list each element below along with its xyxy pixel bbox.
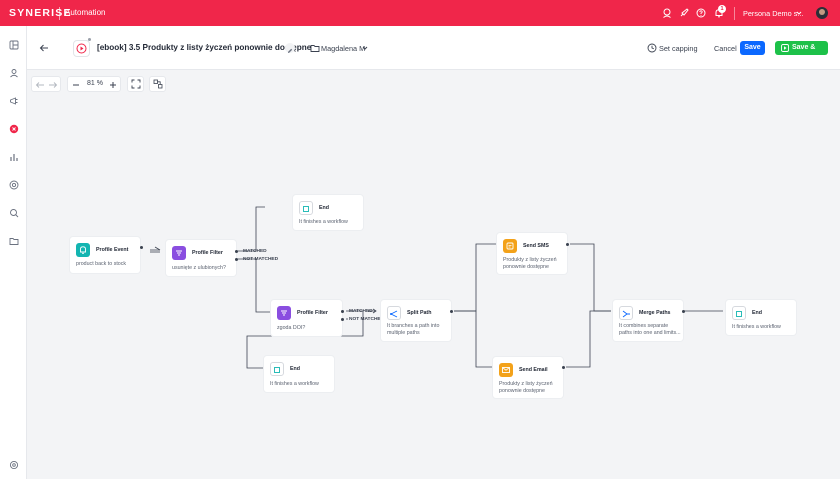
ai-icon[interactable] xyxy=(9,180,19,190)
save-button[interactable]: Save xyxy=(740,41,765,55)
stop-icon xyxy=(299,201,313,215)
node-description: zgoda DOI? xyxy=(277,325,306,331)
rocket-icon[interactable] xyxy=(679,8,689,18)
folder-icon[interactable] xyxy=(310,43,320,53)
end-node[interactable]: End It finishes a workflow xyxy=(293,195,363,230)
arrow-left-icon[interactable] xyxy=(39,43,49,53)
edit-title-button[interactable] xyxy=(285,43,295,53)
email-icon xyxy=(499,363,513,377)
merge-icon xyxy=(619,306,633,320)
node-description-line-2: ponownie dostępne xyxy=(499,388,545,394)
node-description-line-2: ponownie dostępne xyxy=(503,264,549,270)
profile-filter-node[interactable]: Profile Filter zgoda DOI? xyxy=(271,300,342,336)
node-description: It finishes a workflow xyxy=(299,219,348,225)
node-description-line-2: multiple paths xyxy=(387,330,420,336)
matched-port[interactable] xyxy=(235,250,238,253)
module-name: Automation xyxy=(65,8,106,17)
page-title: [ebook] 3.5 Produkty z listy życzeń pono… xyxy=(97,43,312,52)
node-title: Send SMS xyxy=(523,243,549,249)
user-search-icon[interactable] xyxy=(662,8,672,18)
assets-folder-icon[interactable] xyxy=(9,236,19,246)
node-description: product back to stock xyxy=(76,261,127,267)
analytics-icon[interactable] xyxy=(9,152,19,162)
node-title: End xyxy=(290,366,301,372)
filter-icon xyxy=(277,306,291,320)
not-matched-port[interactable] xyxy=(235,258,238,261)
output-port[interactable] xyxy=(566,243,569,246)
save-and-run-label: Save & Run xyxy=(792,44,816,65)
chevron-down-icon[interactable] xyxy=(795,9,803,17)
not-matched-label: NOT MATCHED xyxy=(243,257,279,262)
clock-icon[interactable] xyxy=(647,43,657,53)
not-matched-port[interactable] xyxy=(341,318,344,321)
stop-icon xyxy=(270,362,284,376)
stop-icon xyxy=(732,306,746,320)
help-icon[interactable] xyxy=(696,8,706,18)
topbar-divider xyxy=(734,7,735,20)
node-title: Merge Paths xyxy=(639,310,671,316)
settings-icon[interactable] xyxy=(9,460,19,470)
workflow-status-icon xyxy=(73,40,90,57)
automation-icon[interactable] xyxy=(9,124,19,134)
split-path-node[interactable]: Split Path It branches a path into multi… xyxy=(381,300,451,341)
node-description-line-1: Produkty z listy życzeń xyxy=(499,381,553,387)
profiles-icon[interactable] xyxy=(9,68,19,78)
play-icon xyxy=(781,44,789,52)
node-description: It finishes a workflow xyxy=(732,324,781,330)
search-icon[interactable] xyxy=(9,208,19,218)
dashboard-icon[interactable] xyxy=(9,40,19,50)
pencil-icon xyxy=(288,48,293,53)
output-port[interactable] xyxy=(140,246,143,249)
top-bar: SYNERISE Automation 1 Persona Demo s... xyxy=(0,0,840,26)
node-title: End xyxy=(319,205,330,211)
output-port[interactable] xyxy=(682,310,685,313)
save-and-run-button[interactable]: Save & Run xyxy=(775,41,828,65)
output-port[interactable] xyxy=(562,366,565,369)
merge-paths-node[interactable]: Merge Paths It combines separate paths i… xyxy=(613,300,683,341)
end-node[interactable]: End It finishes a workflow xyxy=(264,356,334,392)
status-dot xyxy=(88,38,91,41)
play-icon xyxy=(76,43,87,54)
not-matched-label: NOT MATCHED xyxy=(349,317,385,322)
matched-label: MATCHED xyxy=(349,309,373,314)
cancel-button[interactable]: Cancel xyxy=(714,44,737,53)
node-description-line-1: It branches a path into xyxy=(387,323,440,329)
node-title: End xyxy=(752,310,763,316)
workflow-connections xyxy=(150,206,723,369)
notification-badge: 1 xyxy=(718,5,726,13)
campaigns-icon[interactable] xyxy=(9,96,19,106)
workflow-canvas[interactable]: 81 % Profile Event product back to stock… xyxy=(27,70,840,479)
output-port[interactable] xyxy=(450,310,453,313)
set-capping-button[interactable]: Set capping xyxy=(659,44,698,53)
node-description-line-1: It combines separate xyxy=(619,323,669,329)
sms-icon xyxy=(503,239,517,253)
split-icon xyxy=(387,306,401,320)
node-title: Send Email xyxy=(519,367,548,373)
profile-event-node[interactable]: Profile Event product back to stock xyxy=(70,237,140,273)
node-description-line-2: paths into one and limits... xyxy=(619,330,681,336)
node-description: usunięte z ulubionych? xyxy=(172,265,226,271)
filter-icon xyxy=(172,246,186,260)
owner-selector[interactable]: Magdalena M xyxy=(321,44,365,53)
node-title: Profile Filter xyxy=(297,310,328,316)
send-sms-node[interactable]: Send SMS Produkty z listy życzeń ponowni… xyxy=(497,233,567,274)
end-node[interactable]: End It finishes a workflow xyxy=(726,300,796,335)
sidebar xyxy=(0,26,27,479)
workflow-header: [ebook] 3.5 Produkty z listy życzeń pono… xyxy=(27,26,840,70)
profile-filter-node[interactable]: Profile Filter usunięte z ulubionych? xyxy=(166,240,236,276)
node-description: It finishes a workflow xyxy=(270,381,319,387)
send-email-node[interactable]: Send Email Produkty z listy życzeń ponow… xyxy=(493,357,563,398)
node-title: Profile Filter xyxy=(192,250,223,256)
bell-icon xyxy=(76,243,90,257)
synerise-logo[interactable]: SYNERISE xyxy=(9,7,72,19)
node-title: Split Path xyxy=(407,310,432,316)
node-title: Profile Event xyxy=(96,247,129,253)
node-description-line-1: Produkty z listy życzeń xyxy=(503,257,557,263)
logo-divider xyxy=(59,7,60,20)
matched-label: MATCHED xyxy=(243,249,267,254)
matched-port[interactable] xyxy=(341,310,344,313)
chevron-down-icon[interactable] xyxy=(361,44,369,52)
avatar[interactable] xyxy=(816,7,828,19)
